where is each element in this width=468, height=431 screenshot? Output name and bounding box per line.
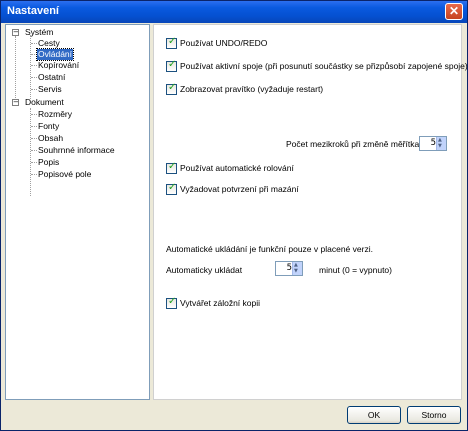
tree-group-system[interactable]: Systém — [25, 27, 53, 38]
tree-item-fonty[interactable]: Fonty — [38, 121, 59, 132]
tree-branch — [31, 162, 37, 163]
confirm-delete-label: Vyžadovat potvrzení při mazání — [180, 184, 299, 194]
autosave-spinner[interactable]: 5 ▲ ▼ — [275, 261, 303, 276]
collapse-icon[interactable]: − — [12, 99, 19, 106]
window-title: Nastavení — [7, 5, 59, 17]
ruler-checkbox[interactable] — [166, 82, 177, 95]
undo-label: Používat UNDO/REDO — [180, 38, 268, 48]
auto-scroll-checkbox[interactable] — [166, 161, 177, 174]
active-joints-label: Používat aktivní spoje (při posunutí sou… — [180, 61, 468, 71]
tree-branch — [31, 150, 37, 151]
tree-line — [30, 108, 31, 196]
tree-branch — [31, 126, 37, 127]
tree-item-popisove-pole[interactable]: Popisové pole — [38, 169, 91, 180]
settings-tree[interactable]: − Systém Cesty Ovládání Kopírování Ostat… — [5, 24, 150, 400]
spin-down-icon[interactable]: ▼ — [294, 268, 298, 274]
tree-branch — [31, 89, 37, 90]
zoom-steps-label: Počet mezikroků při změně měřítka: — [286, 139, 422, 149]
autosave-note: Automatické ukládání je funkční pouze v … — [166, 244, 373, 254]
collapse-icon[interactable]: − — [12, 29, 19, 36]
tree-item-kopirovani[interactable]: Kopírování — [38, 60, 79, 71]
close-button[interactable]: ✕ — [445, 3, 463, 20]
tree-branch — [31, 65, 37, 66]
cancel-button[interactable]: Storno — [407, 406, 461, 424]
tree-group-dokument[interactable]: Dokument — [25, 97, 64, 108]
auto-scroll-label: Používat automatické rolování — [180, 163, 294, 173]
tree-item-popis[interactable]: Popis — [38, 157, 59, 168]
tree-branch — [31, 114, 37, 115]
backup-label: Vytvářet záložní kopii — [180, 298, 260, 308]
tree-branch — [31, 138, 37, 139]
tree-item-ovladani[interactable]: Ovládání — [35, 48, 75, 61]
tree-item-rozmery[interactable]: Rozměry — [38, 109, 72, 120]
undo-checkbox[interactable] — [166, 36, 177, 49]
autosave-unit: minut (0 = vypnuto) — [319, 265, 392, 275]
backup-checkbox[interactable] — [166, 296, 177, 309]
spin-down-icon[interactable]: ▼ — [438, 143, 442, 149]
ok-button[interactable]: OK — [347, 406, 401, 424]
tree-item-servis[interactable]: Servis — [38, 84, 62, 95]
zoom-steps-spinner[interactable]: 5 ▲ ▼ — [419, 136, 447, 151]
tree-item-ostatni[interactable]: Ostatní — [38, 72, 65, 83]
spinner-arrows[interactable]: ▲ ▼ — [436, 137, 446, 150]
title-bar[interactable]: Nastavení ✕ — [1, 1, 467, 23]
spinner-arrows[interactable]: ▲ ▼ — [292, 262, 302, 275]
ruler-label: Zobrazovat pravítko (vyžaduje restart) — [180, 84, 324, 94]
tree-line — [15, 36, 16, 102]
autosave-label: Automaticky ukládat — [166, 265, 243, 275]
tree-branch — [31, 174, 37, 175]
tree-item-cesty[interactable]: Cesty — [38, 38, 60, 49]
active-joints-checkbox[interactable] — [166, 59, 177, 72]
confirm-delete-checkbox[interactable] — [166, 182, 177, 195]
tree-item-obsah[interactable]: Obsah — [38, 133, 63, 144]
tree-item-souhrnne-informace[interactable]: Souhrnné informace — [38, 145, 115, 156]
tree-branch — [31, 77, 37, 78]
settings-window: Nastavení ✕ − Systém Cesty Ovládání Kopí… — [0, 0, 468, 431]
tree-branch — [31, 43, 37, 44]
close-icon: ✕ — [448, 4, 460, 18]
settings-panel: Používat UNDO/REDO Používat aktivní spoj… — [153, 24, 468, 400]
